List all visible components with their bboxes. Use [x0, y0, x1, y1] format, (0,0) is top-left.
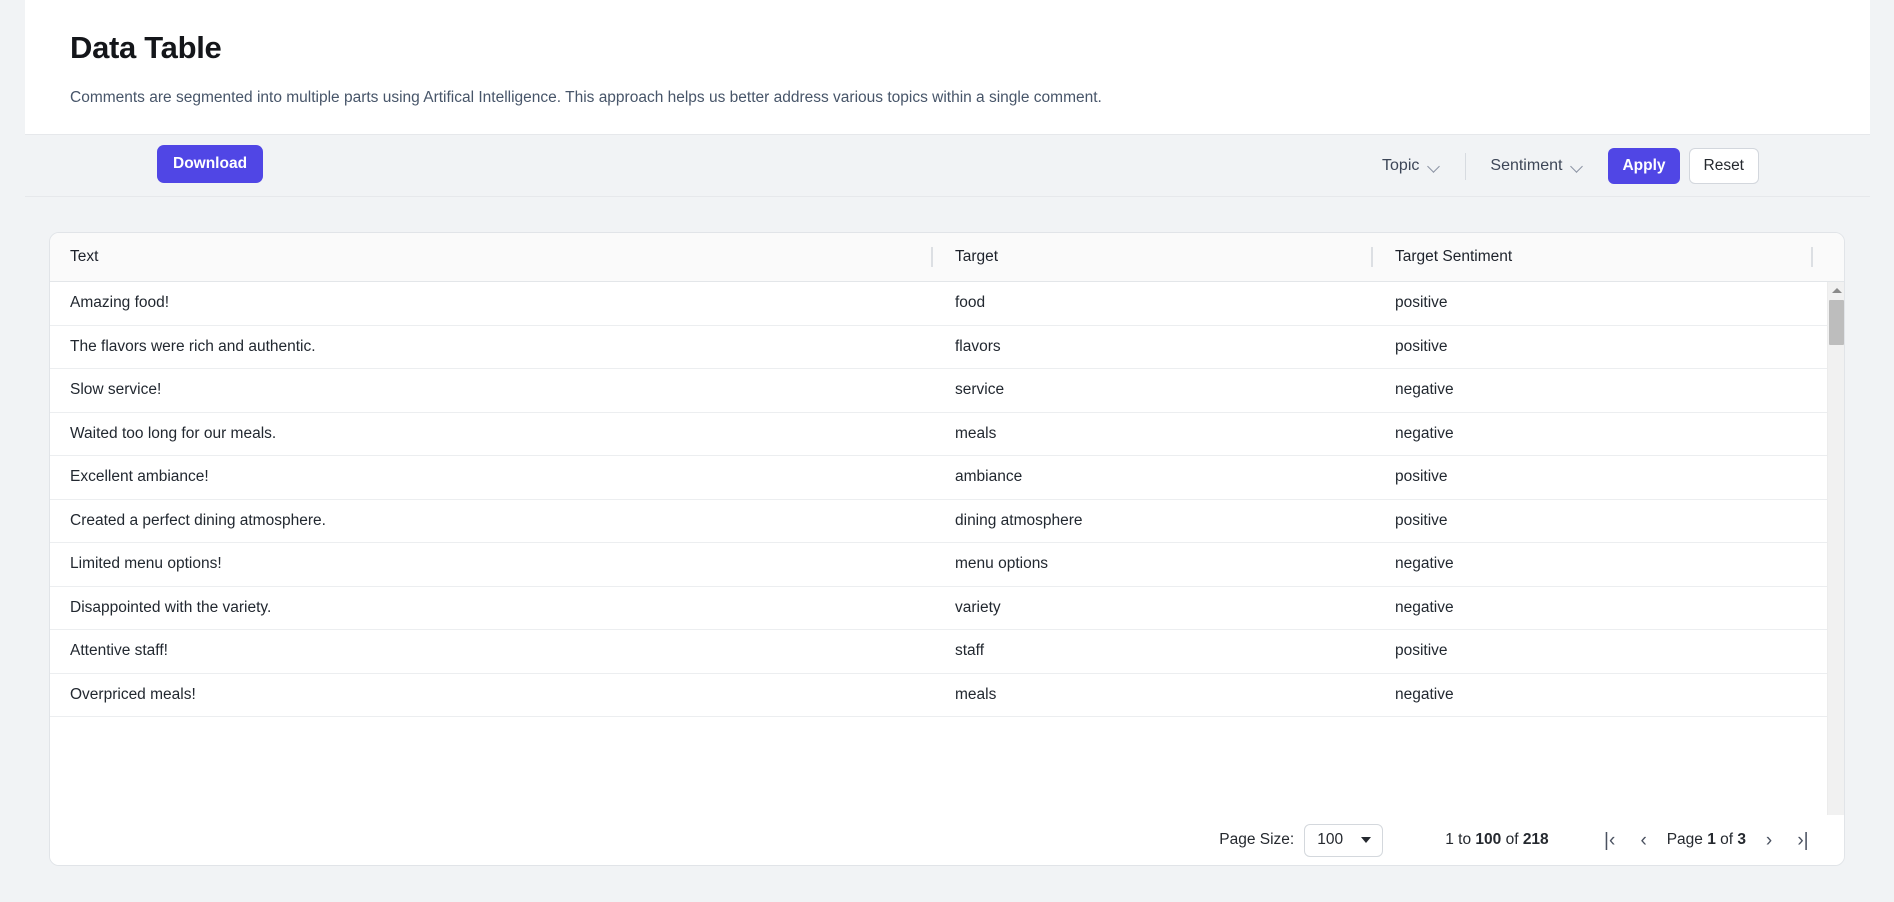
- cell-target: meals: [955, 424, 997, 442]
- chevron-down-icon: [1571, 162, 1584, 170]
- cell-text: Waited too long for our meals.: [70, 424, 277, 442]
- table-row[interactable]: The flavors were rich and authentic. flav…: [50, 326, 1844, 369]
- cell-target-sentiment: negative: [1395, 424, 1454, 442]
- cell-target: staff: [955, 642, 985, 660]
- cell-target: food: [955, 294, 986, 312]
- table-row[interactable]: Limited menu options! menu options negativ…: [50, 543, 1844, 587]
- page-of-word: of: [1715, 831, 1738, 848]
- sentiment-filter-label: Sentiment: [1490, 157, 1563, 175]
- page-header: Data Table Comments are segmented into m…: [25, 0, 1870, 134]
- pagination-controls: |‹ ‹ Page 1 of 3 › ›|: [1593, 823, 1820, 857]
- column-header-text-label: Text: [70, 248, 99, 265]
- cell-text: The flavors were rich and authentic.: [70, 337, 316, 355]
- page-description: Comments are segmented into multiple par…: [70, 88, 1102, 106]
- last-page-button[interactable]: ›|: [1786, 823, 1820, 857]
- column-header-target-sentiment[interactable]: Target Sentiment: [1371, 233, 1811, 281]
- cell-target-sentiment: positive: [1395, 337, 1448, 355]
- cell-target-sentiment: positive: [1395, 468, 1448, 486]
- cell-target-sentiment: negative: [1395, 381, 1454, 399]
- topic-filter-dropdown[interactable]: Topic: [1368, 151, 1455, 181]
- toolbar-divider: [1465, 152, 1467, 180]
- scroll-up-arrow-icon[interactable]: [1828, 282, 1844, 299]
- column-resize-handle[interactable]: [1811, 247, 1813, 267]
- sentiment-filter-dropdown[interactable]: Sentiment: [1476, 151, 1598, 181]
- table-row[interactable]: Attentive staff! staff positive: [50, 630, 1844, 674]
- cell-text: Limited menu options!: [70, 555, 222, 573]
- download-button[interactable]: Download: [157, 144, 264, 183]
- row-range-status: 1 to 100 of 218: [1445, 831, 1548, 849]
- toolbar-filters: Topic Sentiment Apply Reset: [1368, 135, 1759, 198]
- range-mid: of: [1501, 831, 1523, 848]
- column-header-text[interactable]: Text: [50, 233, 931, 281]
- cell-target: dining atmosphere: [955, 511, 1083, 529]
- total-pages-number: 3: [1737, 831, 1746, 848]
- range-prefix: 1 to: [1445, 831, 1476, 848]
- table-row[interactable]: Excellent ambiance! ambiance positive: [50, 456, 1844, 500]
- table-row[interactable]: Amazing food! food positive: [50, 282, 1844, 326]
- cell-text: Slow service!: [70, 381, 162, 399]
- page-indicator: Page 1 of 3: [1667, 831, 1746, 849]
- app-root: Data Table Comments are segmented into m…: [0, 0, 1894, 902]
- cell-target: service: [955, 381, 1005, 399]
- column-header-target-sentiment-label: Target Sentiment: [1395, 248, 1513, 265]
- pagination-bar: Page Size: 100 1 to 100 of 218 |‹ ‹ Page…: [50, 815, 1844, 865]
- page-card: Data Table Comments are segmented into m…: [25, 0, 1870, 197]
- cell-text: Excellent ambiance!: [70, 468, 209, 486]
- column-header-target[interactable]: Target: [931, 233, 1371, 281]
- chevron-down-icon: [1428, 162, 1441, 170]
- table-rows: Amazing food! food positive The flavors wer…: [50, 282, 1844, 717]
- cell-target-sentiment: negative: [1395, 598, 1454, 616]
- page-word: Page: [1666, 831, 1708, 848]
- range-shown: 100: [1475, 831, 1502, 848]
- column-header-spacer: [1811, 233, 1844, 281]
- reset-button[interactable]: Reset: [1688, 148, 1759, 185]
- column-resize-handle[interactable]: [931, 247, 933, 267]
- table-row[interactable]: Waited too long for our meals. meals negat…: [50, 413, 1844, 456]
- range-total: 218: [1522, 831, 1549, 848]
- cell-text: Overpriced meals!: [70, 685, 196, 703]
- page-size-value: 100: [1317, 831, 1344, 848]
- cell-target: variety: [955, 598, 1001, 616]
- cell-target-sentiment: positive: [1395, 294, 1448, 312]
- apply-button[interactable]: Apply: [1608, 148, 1680, 185]
- cell-target: ambiance: [955, 468, 1023, 486]
- cell-text: Disappointed with the variety.: [70, 598, 272, 616]
- table-header-row: Text Target Target Sentiment: [50, 233, 1844, 282]
- column-resize-handle[interactable]: [1371, 247, 1373, 267]
- cell-target-sentiment: negative: [1395, 685, 1454, 703]
- toolbar: Download Topic Sentiment Apply Reset: [25, 133, 1870, 198]
- previous-page-button[interactable]: ‹: [1627, 823, 1661, 857]
- cell-target-sentiment: positive: [1395, 511, 1448, 529]
- cell-target: meals: [955, 685, 997, 703]
- page-size-select[interactable]: 100: [1304, 823, 1384, 857]
- page-size-label: Page Size:: [1219, 831, 1295, 848]
- first-page-button[interactable]: |‹: [1593, 823, 1627, 857]
- column-header-target-label: Target: [955, 248, 999, 265]
- cell-target: flavors: [955, 337, 1001, 355]
- topic-filter-label: Topic: [1382, 157, 1420, 175]
- page-title: Data Table: [70, 30, 222, 65]
- next-page-button[interactable]: ›: [1752, 823, 1786, 857]
- cell-text: Created a perfect dining atmosphere.: [70, 511, 326, 529]
- cell-text: Attentive staff!: [70, 642, 168, 660]
- current-page-number: 1: [1707, 831, 1716, 848]
- table-row[interactable]: Disappointed with the variety. variety neg…: [50, 587, 1844, 630]
- data-table-card: Text Target Target Sentiment Amazing foo…: [49, 232, 1845, 866]
- table-row[interactable]: Slow service! service negative: [50, 369, 1844, 413]
- cell-target-sentiment: positive: [1395, 642, 1448, 660]
- table-vertical-scrollbar[interactable]: [1827, 282, 1844, 865]
- cell-target-sentiment: negative: [1395, 555, 1454, 573]
- table-row[interactable]: Created a perfect dining atmosphere. dini…: [50, 500, 1844, 543]
- table-body: Amazing food! food positive The flavors wer…: [50, 282, 1844, 865]
- table-row[interactable]: Overpriced meals! meals negative: [50, 674, 1844, 717]
- scrollbar-thumb[interactable]: [1829, 300, 1844, 345]
- cell-target: menu options: [955, 555, 1049, 573]
- caret-down-icon: [1361, 837, 1372, 843]
- cell-text: Amazing food!: [70, 294, 170, 312]
